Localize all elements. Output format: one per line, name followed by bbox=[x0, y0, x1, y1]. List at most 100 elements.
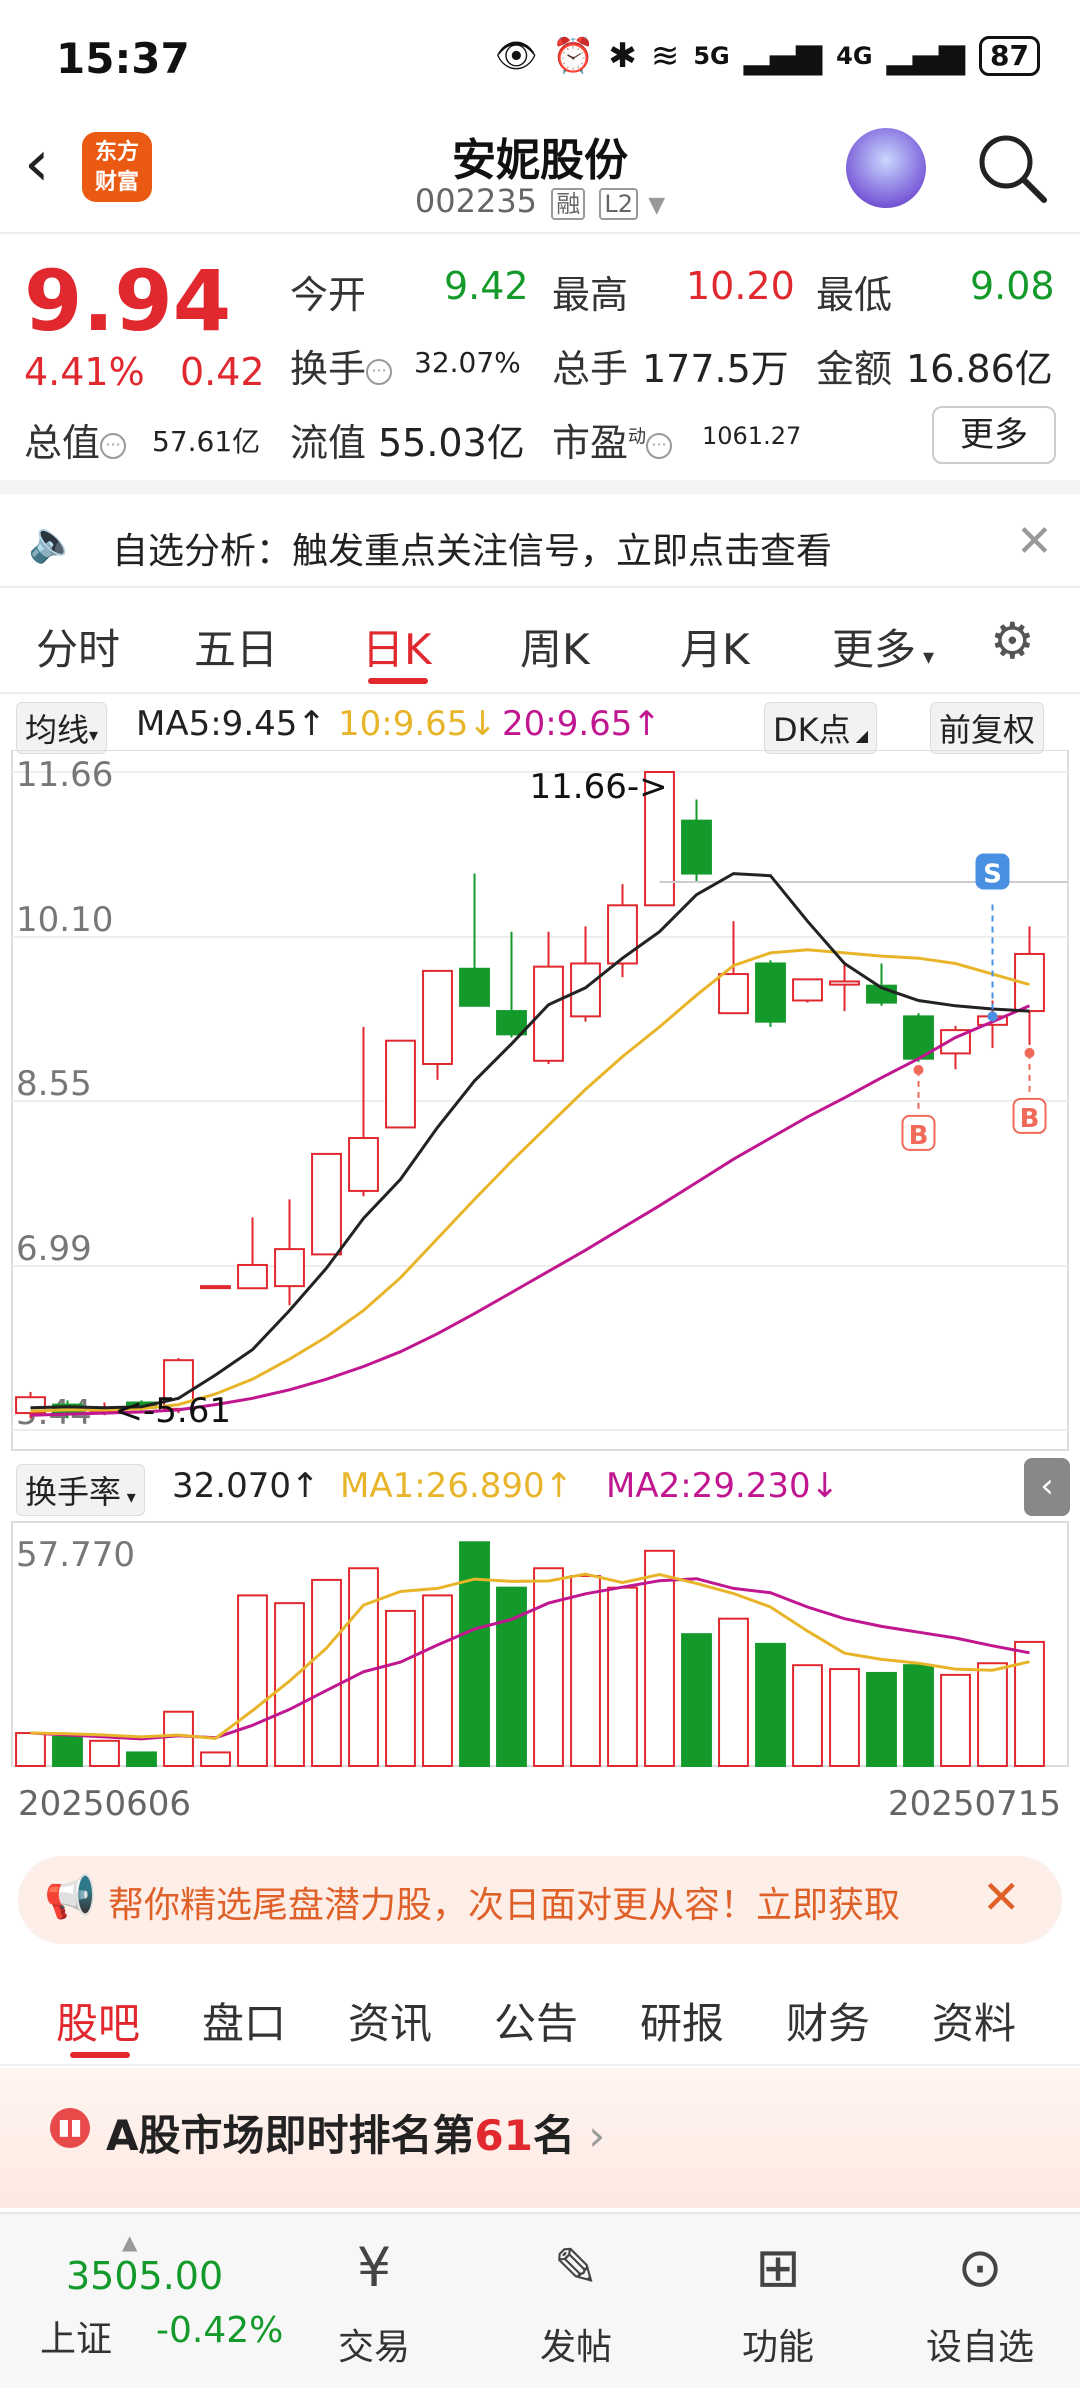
turnover-bar bbox=[163, 1710, 194, 1767]
open-label: 今开 bbox=[290, 273, 367, 317]
mktcap-label: 总值 ··· bbox=[24, 412, 127, 467]
tab-guba[interactable]: 股吧 bbox=[56, 1990, 140, 2051]
bottom-bar: ▲ 3505.00 上证 -0.42% ¥ 交易 ✎ 发帖 ⊞ 功能 ⊙ 设自选 bbox=[0, 2212, 1080, 2388]
candle-body bbox=[311, 1152, 342, 1256]
notice-text[interactable]: 自选分析：触发重点关注信号，立即点击查看 bbox=[112, 522, 832, 574]
close-icon[interactable]: ✕ bbox=[1016, 516, 1053, 567]
candle-body bbox=[570, 962, 601, 1018]
indicator-select[interactable]: 均线▾ bbox=[16, 702, 108, 754]
index-change[interactable]: -0.42% bbox=[156, 2310, 283, 2351]
dk-point-button[interactable]: DK点 ◢ bbox=[764, 702, 878, 754]
kline-svg[interactable]: 11.6610.108.556.995.4411.66-><-5.61SBB57… bbox=[0, 750, 1080, 1800]
turnover-bar bbox=[903, 1664, 934, 1767]
tab-daily-k[interactable]: 日K bbox=[362, 616, 432, 677]
x-axis-end: 20250715 bbox=[888, 1784, 1062, 1824]
signal-dot bbox=[913, 1064, 924, 1075]
tab-research[interactable]: 研报 bbox=[640, 1990, 724, 2051]
pe-label: 市盈动 ··· bbox=[552, 412, 673, 467]
turnover-bar bbox=[570, 1575, 601, 1767]
turnover-readout: 32.070↑ bbox=[172, 1466, 320, 1506]
analysis-notice[interactable]: 🔈 自选分析：触发重点关注信号，立即点击查看 ✕ bbox=[0, 480, 1080, 588]
change-amount: 0.42 bbox=[180, 350, 265, 394]
turnover-bar bbox=[200, 1751, 231, 1768]
candle-body bbox=[348, 1137, 379, 1192]
dropdown-icon[interactable]: ▼ bbox=[648, 193, 665, 218]
market-rank-card[interactable]: ▮▮ A股市场即时排名第61名 › bbox=[0, 2068, 1080, 2208]
y-tick-label: 8.55 bbox=[16, 1064, 92, 1104]
promo-text[interactable]: 帮你精选尾盘潜力股，次日面对更从容！立即获取 bbox=[108, 1876, 968, 1928]
turnover-bar bbox=[1014, 1640, 1045, 1767]
float-label: 流值 bbox=[290, 421, 367, 465]
caret-up-icon: ▲ bbox=[122, 2230, 138, 2254]
collapse-arrow-icon[interactable]: ‹ bbox=[1024, 1458, 1070, 1516]
turnover-bar bbox=[829, 1668, 860, 1768]
tab-announcement[interactable]: 公告 bbox=[494, 1990, 578, 2051]
tab-intraday[interactable]: 分时 bbox=[36, 616, 120, 677]
candle-body bbox=[792, 978, 823, 1002]
more-button[interactable]: 更多 bbox=[932, 406, 1056, 464]
signal-dot bbox=[987, 1011, 998, 1022]
y-tick-label: 11.66 bbox=[16, 755, 113, 795]
ma10-readout: 10:9.65↓ bbox=[338, 704, 497, 744]
function-button[interactable]: ⊞ 功能 bbox=[678, 2214, 878, 2388]
trade-button[interactable]: ¥ 交易 bbox=[274, 2214, 474, 2388]
index-value[interactable]: 3505.00 bbox=[66, 2254, 223, 2298]
change-percent: 4.41% bbox=[24, 350, 145, 394]
turnover-bar bbox=[792, 1664, 823, 1767]
promo-banner[interactable]: 📢 帮你精选尾盘潜力股，次日面对更从容！立即获取 ✕ bbox=[18, 1856, 1062, 1944]
add-watchlist-button[interactable]: ⊙ 设自选 bbox=[880, 2214, 1080, 2388]
margin-tag: 融 bbox=[551, 188, 586, 220]
tab-five-day[interactable]: 五日 bbox=[194, 616, 278, 677]
post-button[interactable]: ✎ 发帖 bbox=[476, 2214, 676, 2388]
tab-profile[interactable]: 资料 bbox=[932, 1990, 1016, 2051]
more-dots-icon: ⊙ bbox=[957, 2236, 1003, 2299]
tab-monthly-k[interactable]: 月K bbox=[680, 616, 750, 677]
max-price-annotation: 11.66-> bbox=[530, 767, 668, 807]
tab-finance[interactable]: 财务 bbox=[786, 1990, 870, 2051]
high-label: 最高 bbox=[552, 273, 629, 317]
turnover-bar bbox=[385, 1609, 416, 1768]
turnover-value: 32.07% bbox=[414, 346, 521, 379]
kline-chart-area[interactable]: 均线▾ MA5:9.45↑ 10:9.65↓ 20:9.65↑ DK点 ◢ 前复… bbox=[0, 694, 1080, 1844]
tab-weekly-k[interactable]: 周K bbox=[520, 616, 590, 677]
candle-body bbox=[385, 1039, 416, 1129]
candle-body bbox=[718, 973, 749, 1015]
turnover-bar bbox=[89, 1739, 120, 1768]
signal-bars-icon: ▂▄▆ bbox=[743, 36, 823, 76]
edit-icon: ✎ bbox=[553, 2236, 599, 2299]
info-icon[interactable]: ··· bbox=[100, 432, 127, 459]
signal-bars-icon-2: ▂▄▆ bbox=[886, 36, 966, 76]
turnover-bar bbox=[977, 1662, 1008, 1767]
candle-body bbox=[496, 1010, 527, 1036]
search-icon[interactable] bbox=[974, 130, 1050, 206]
gear-icon[interactable]: ⚙ bbox=[990, 612, 1035, 670]
close-icon[interactable]: ✕ bbox=[982, 1870, 1021, 1924]
ma10-line bbox=[30, 948, 1030, 1413]
volume-value: 177.5万 bbox=[642, 347, 789, 391]
turnover-bar bbox=[718, 1617, 749, 1768]
x-axis-start: 20250606 bbox=[18, 1784, 192, 1824]
alarm-icon: ⏰ bbox=[551, 36, 595, 76]
turnover-bar bbox=[52, 1735, 83, 1768]
bluetooth-icon: ✱ bbox=[608, 36, 637, 76]
adjust-select[interactable]: 前复权 bbox=[930, 702, 1045, 754]
tab-more[interactable]: 更多 ▾ bbox=[832, 616, 934, 677]
signal-label: B bbox=[909, 1121, 929, 1151]
yen-icon: ¥ bbox=[356, 2236, 392, 2299]
level2-tag: L2 bbox=[599, 188, 639, 220]
info-icon[interactable]: ··· bbox=[366, 358, 393, 385]
tab-pankou[interactable]: 盘口 bbox=[202, 1990, 286, 2051]
sub-indicator-select[interactable]: 换手率 ▾ bbox=[16, 1464, 145, 1516]
low-label: 最低 bbox=[816, 273, 893, 317]
rank-text[interactable]: A股市场即时排名第61名 › bbox=[106, 2102, 605, 2163]
tab-news[interactable]: 资讯 bbox=[348, 1990, 432, 2051]
turnover-bar bbox=[533, 1567, 564, 1767]
ai-assistant-icon[interactable] bbox=[846, 128, 926, 208]
info-icon[interactable]: ··· bbox=[646, 432, 673, 459]
y-tick-label: 6.99 bbox=[16, 1229, 92, 1269]
turnover-label: 换手 ··· bbox=[290, 338, 393, 393]
index-name[interactable]: 上证 bbox=[40, 2310, 112, 2362]
active-tab-indicator bbox=[70, 2052, 130, 2058]
signal-5g-icon: 5G bbox=[693, 42, 730, 70]
turnover-bar bbox=[607, 1586, 638, 1767]
